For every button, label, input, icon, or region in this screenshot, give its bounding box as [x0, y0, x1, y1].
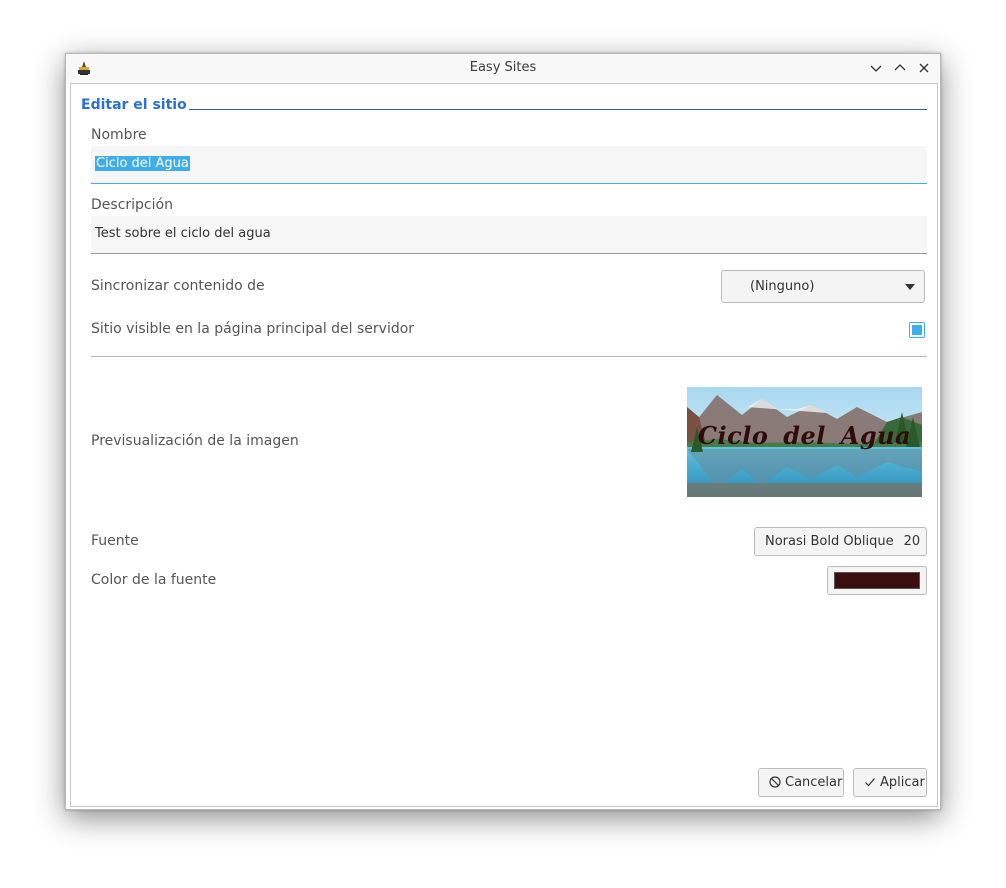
- checkbox-checked-indicator: [912, 325, 922, 335]
- preview-label: Previsualización de la imagen: [91, 433, 299, 449]
- font-color-swatch: [834, 572, 920, 589]
- visible-checkbox[interactable]: [909, 322, 925, 338]
- name-input-value: Ciclo del Agua: [95, 156, 190, 171]
- separator: [91, 356, 927, 357]
- title-bar[interactable]: Easy Sites: [66, 54, 940, 83]
- dialog-window: Easy Sites Editar el sitio Nombre Ciclo …: [65, 53, 941, 810]
- sync-label: Sincronizar contenido de: [91, 278, 265, 294]
- description-input[interactable]: Test sobre el ciclo del agua: [91, 216, 927, 254]
- window-title: Easy Sites: [469, 60, 537, 75]
- group-title: Editar el sitio: [81, 97, 189, 113]
- font-size: 20: [903, 534, 921, 549]
- cancel-button-label: Cancelar: [785, 775, 843, 790]
- checkmark-icon: [865, 778, 875, 787]
- preview-image: Ciclo del Agua: [687, 387, 922, 497]
- font-color-label: Color de la fuente: [91, 572, 217, 588]
- preview-caption: Ciclo del Agua: [697, 421, 912, 450]
- group-divider: [175, 109, 927, 110]
- description-label: Descripción: [91, 197, 173, 213]
- apply-button[interactable]: Aplicar: [853, 768, 927, 797]
- description-input-value: Test sobre el ciclo del agua: [95, 226, 271, 241]
- sync-dropdown[interactable]: (Ninguno): [721, 270, 925, 303]
- cancel-button[interactable]: Cancelar: [758, 768, 844, 797]
- maximize-icon[interactable]: [892, 60, 908, 76]
- font-label: Fuente: [91, 533, 139, 549]
- cancel-icon: [769, 776, 781, 788]
- font-picker-button[interactable]: Norasi Bold Oblique 20: [754, 527, 927, 556]
- dialog-content: Editar el sitio Nombre Ciclo del Agua De…: [70, 83, 938, 807]
- minimize-icon[interactable]: [868, 60, 884, 76]
- name-input[interactable]: Ciclo del Agua: [91, 146, 927, 184]
- visible-label: Sitio visible en la página principal del…: [91, 321, 415, 337]
- chevron-down-icon: [905, 284, 915, 290]
- name-label: Nombre: [91, 127, 147, 143]
- font-name: Norasi Bold Oblique: [765, 534, 894, 549]
- font-color-button[interactable]: [827, 566, 927, 595]
- apply-button-label: Aplicar: [880, 775, 925, 790]
- sync-dropdown-value: (Ninguno): [750, 279, 815, 294]
- close-icon[interactable]: [916, 60, 932, 76]
